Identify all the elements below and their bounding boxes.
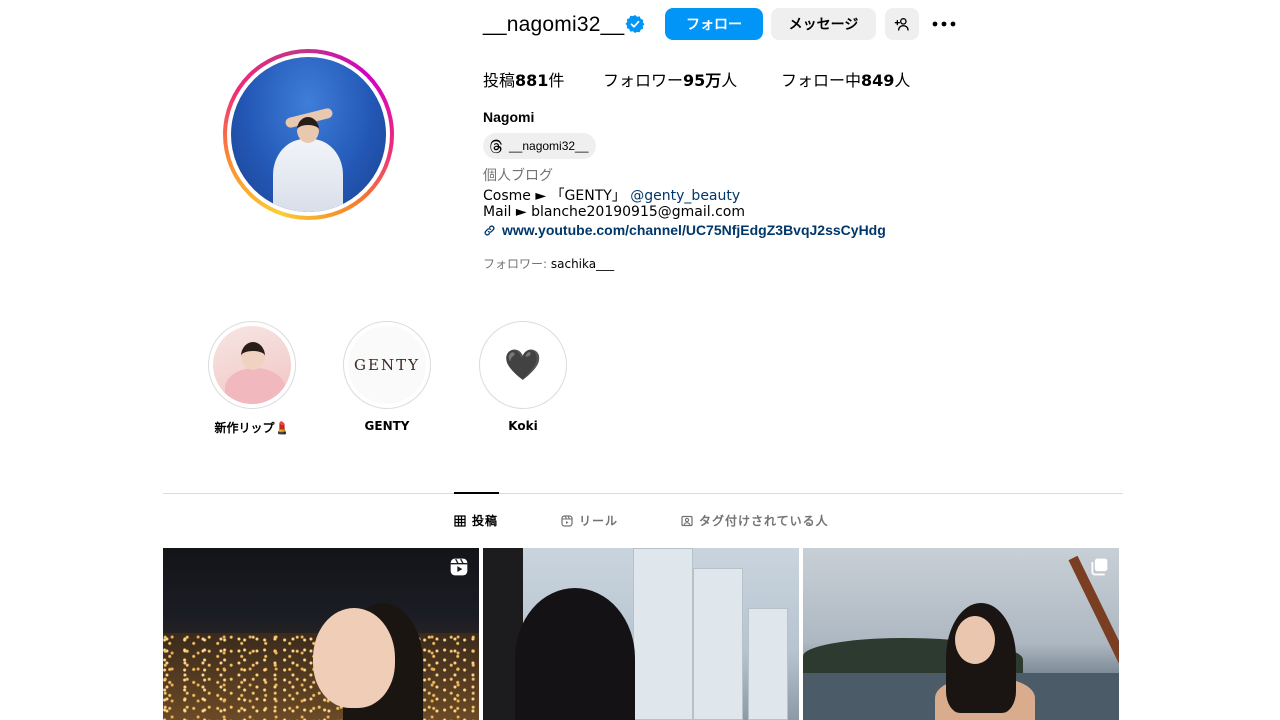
tab-reels[interactable]: リール [561, 512, 618, 529]
genty-logo: GENTY [354, 356, 420, 374]
avatar-border [227, 53, 390, 216]
avatar-photo-head [297, 117, 319, 143]
highlight-cover: GENTY [343, 321, 431, 409]
post-thumbnail[interactable] [483, 548, 799, 720]
post-photo-face [955, 616, 995, 664]
black-heart-icon: 🖤 [504, 348, 542, 382]
suggested-users-button[interactable] [885, 8, 919, 40]
stat-following-label: フォロー中 [781, 71, 862, 90]
avatar [231, 57, 386, 212]
avatar-photo-dress [273, 139, 343, 212]
reel-icon [450, 558, 468, 576]
highlight-item[interactable]: 新作リップ💄 [208, 321, 296, 436]
stat-followers-value: 95万 [683, 71, 722, 90]
stat-posts: 投稿881件 [483, 67, 564, 91]
tab-posts[interactable]: 投稿 [454, 512, 498, 529]
tab-posts-label: 投稿 [472, 514, 499, 528]
threads-icon [490, 139, 502, 153]
stat-posts-value: 881 [515, 71, 549, 90]
reels-icon [561, 514, 573, 527]
tab-tagged[interactable]: タグ付けされている人 [681, 512, 829, 529]
followed-by-user: sachika___ [550, 257, 615, 271]
post-photo-hair [515, 588, 635, 720]
grid-icon [454, 514, 466, 527]
tab-tagged-label: タグ付けされている人 [699, 514, 829, 528]
highlight-label: GENTY [364, 419, 410, 433]
verified-badge-icon [625, 15, 645, 33]
stat-following[interactable]: フォロー中849人 [781, 67, 910, 91]
profile-avatar-story-ring[interactable] [223, 49, 394, 220]
tagged-icon [681, 515, 693, 526]
stat-followers-label: フォロワー [603, 71, 684, 90]
add-person-icon [894, 18, 909, 31]
highlight-photo-ruffle [225, 368, 285, 404]
stat-followers[interactable]: フォロワー95万人 [603, 67, 737, 91]
stat-followers-suffix: 人 [721, 71, 738, 90]
highlight-item[interactable]: GENTY GENTY [343, 321, 431, 433]
highlight-label: Koki [508, 419, 538, 433]
highlight-photo-face [241, 342, 265, 370]
profile-full-name: Nagomi [483, 109, 535, 125]
profile-username: __nagomi32__ [483, 13, 625, 36]
link-icon [484, 225, 495, 235]
followed-by-label: フォロワー: [483, 257, 551, 271]
stat-following-suffix: 人 [894, 71, 911, 90]
stat-following-value: 849 [861, 71, 895, 90]
stat-posts-suffix: 件 [548, 71, 565, 90]
active-tab-indicator [454, 492, 499, 494]
profile-category: 個人ブログ [483, 168, 553, 184]
highlight-cover-image: 🖤 [484, 326, 562, 404]
bio-cosme-text: Cosme ► 「GENTY」 [483, 188, 626, 204]
highlight-item[interactable]: 🖤 Koki [479, 321, 567, 433]
post-photo-building [693, 568, 743, 720]
highlight-cover-image: GENTY [348, 326, 426, 404]
highlight-cover [208, 321, 296, 409]
post-thumbnail[interactable] [803, 548, 1119, 720]
post-photo-face [313, 608, 395, 708]
threads-badge[interactable]: __nagomi32__ [483, 133, 597, 159]
more-options-icon[interactable] [932, 14, 956, 34]
highlight-label: 新作リップ💄 [214, 421, 290, 435]
profile-link-text: www.youtube.com/channel/UC75NfjEdgZ3BvqJ… [502, 222, 886, 238]
highlight-cover: 🖤 [479, 321, 567, 409]
highlight-cover-image [213, 326, 291, 404]
bio-mention-link[interactable]: @genty_beauty [630, 188, 740, 204]
post-photo-building [633, 548, 693, 720]
stat-posts-label: 投稿 [483, 71, 516, 90]
follow-button[interactable]: フォロー [665, 8, 763, 40]
profile-external-link[interactable]: www.youtube.com/channel/UC75NfjEdgZ3BvqJ… [483, 222, 886, 238]
tabs-divider [163, 493, 1123, 494]
post-photo-building [748, 608, 788, 720]
post-thumbnail[interactable] [163, 548, 479, 720]
tab-reels-label: リール [579, 514, 619, 528]
carousel-icon [1091, 558, 1108, 576]
message-button[interactable]: メッセージ [771, 8, 876, 40]
threads-handle: __nagomi32__ [509, 139, 589, 153]
followed-by-line[interactable]: フォロワー: sachika___ [483, 255, 614, 272]
bio-cosme-line: Cosme ► 「GENTY」 @genty_beauty [483, 185, 740, 205]
bio-mail-line: Mail ► blanche20190915@gmail.com [483, 204, 746, 220]
